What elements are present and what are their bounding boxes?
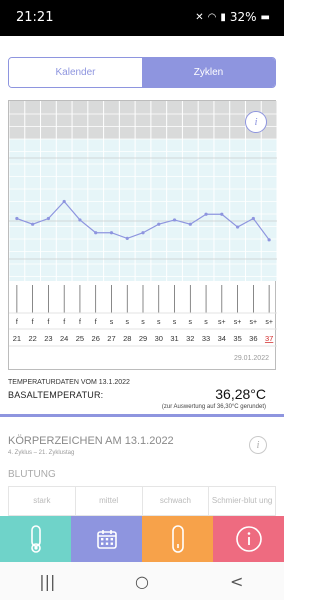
chart-day-label: 24 <box>60 334 68 343</box>
recents-button[interactable]: ||| <box>17 572 77 591</box>
nav-tab-test[interactable] <box>142 516 213 562</box>
bleeding-title: BLUTUNG <box>8 469 56 480</box>
chart-day-label: 25 <box>76 334 84 343</box>
calendar-icon <box>96 530 117 549</box>
bleeding-option-spotting[interactable]: Schmier-blut ung <box>209 487 275 515</box>
chart-day-label: 29 <box>139 334 147 343</box>
temperature-point <box>125 236 129 240</box>
chart-marker-label: f <box>16 319 18 326</box>
temperature-point <box>251 216 255 221</box>
nav-tab-thermometer[interactable] <box>0 516 71 562</box>
thermometer-icon <box>30 525 41 553</box>
chart-marker-label: s <box>141 319 145 326</box>
chart-marker-label: s <box>204 319 208 326</box>
temperature-point <box>188 222 192 226</box>
chart-date: 29.01.2022 <box>233 355 269 362</box>
chart-marker-label: s+ <box>265 319 273 326</box>
chart-day-label: 33 <box>202 334 210 343</box>
chart-marker-label: s <box>125 319 129 326</box>
back-button[interactable]: < <box>207 572 267 591</box>
basal-temperature-note: (zur Auswertung auf 36,30°C gerundet) <box>161 404 266 410</box>
system-navigation: ||| ○ < <box>0 562 284 600</box>
view-segmented-control: Kalender Zyklen <box>8 57 276 88</box>
nav-tab-info[interactable] <box>213 516 284 562</box>
chart-day-label: 26 <box>92 334 100 343</box>
cycle-chart-canvas: f 21 f 22 f 23 f 24 f 25 f 26 s 27 s 28 s 29 s 30 s 31 s 32 s 33 s… <box>9 101 277 347</box>
chart-marker-label: s+ <box>218 319 226 326</box>
chart-top-band <box>9 101 277 139</box>
chart-day-label: 35 <box>233 334 241 343</box>
body-signs-info-icon[interactable]: i <box>249 436 267 454</box>
chart-plot-band <box>9 139 277 281</box>
chart-day-label: 36 <box>249 334 257 343</box>
signal-icon: ▮ <box>220 11 226 23</box>
chart-day-label: 28 <box>123 334 131 343</box>
cycle-chart: f 21 f 22 f 23 f 24 f 25 f 26 s 27 s 28 s 29 s 30 s 31 s 32 s 33 s… <box>8 100 277 370</box>
chart-day-label: 21 <box>13 334 21 343</box>
temperature-point <box>46 216 51 221</box>
battery-percent: 32% <box>229 10 257 24</box>
temperature-point <box>204 212 208 216</box>
chart-marker-label: s <box>189 319 193 326</box>
temperature-point <box>172 218 177 222</box>
temperature-point <box>267 238 271 242</box>
chart-day-label: 23 <box>44 334 52 343</box>
temperature-point <box>141 231 145 235</box>
wifi-icon: ◠ <box>207 11 217 23</box>
chart-marker-label: f <box>79 319 81 326</box>
status-icons: ✕ ◠ ▮ 32% ▬ <box>195 10 270 24</box>
chart-day-label: 34 <box>218 334 226 343</box>
body-signs-subtitle: 4. Zyklus – 21. Zyklustag <box>8 450 75 456</box>
temperature-point <box>157 222 161 226</box>
temperature-point <box>220 212 224 216</box>
temperature-point <box>31 222 35 226</box>
chart-day-label: 31 <box>170 334 178 343</box>
bleeding-options: stark mittel schwach Schmier-blut ung <box>8 486 276 516</box>
bleeding-option-heavy[interactable]: stark <box>9 487 76 515</box>
bleeding-option-light[interactable]: schwach <box>143 487 210 515</box>
temperature-point <box>78 218 82 222</box>
battery-icon: ▬ <box>260 11 270 23</box>
basal-temperature-label: BASALTEMPERATUR: <box>8 390 104 400</box>
tab-cycles[interactable]: Zyklen <box>142 58 275 87</box>
chart-marker-label: f <box>32 319 34 326</box>
temperature-point <box>94 231 98 235</box>
chart-day-label: 32 <box>186 334 194 343</box>
section-divider <box>0 414 284 417</box>
basal-temperature-value: 36,28°C <box>215 386 266 402</box>
chart-marker-label: s+ <box>250 319 258 326</box>
mute-icon: ✕ <box>195 11 204 23</box>
temperature-point <box>62 199 66 204</box>
temperature-point <box>235 225 240 229</box>
chart-marker-label: s <box>110 319 114 326</box>
temperature-point <box>15 216 19 221</box>
test-strip-icon <box>171 525 184 553</box>
chart-day-label: 37 <box>265 334 273 343</box>
info-icon <box>235 526 262 552</box>
chart-day-label: 30 <box>155 334 163 343</box>
nav-tab-calendar[interactable] <box>71 516 142 562</box>
home-button[interactable]: ○ <box>112 572 172 591</box>
bleeding-option-medium[interactable]: mittel <box>76 487 143 515</box>
chart-day-label: 27 <box>107 334 115 343</box>
status-time: 21:21 <box>16 10 54 25</box>
chart-marker-label: f <box>95 319 97 326</box>
chart-info-icon[interactable]: i <box>245 111 267 133</box>
body-signs-title: KÖRPERZEICHEN AM 13.1.2022 <box>8 435 174 447</box>
temperature-point <box>109 231 114 235</box>
chart-day-label: 22 <box>28 334 36 343</box>
temperature-data-header: TEMPERATURDATEN VOM 13.1.2022 <box>8 379 130 386</box>
chart-marker-label: s <box>157 319 161 326</box>
chart-marker-label: f <box>47 319 49 326</box>
chart-marker-label: s+ <box>234 319 242 326</box>
chart-marker-label: s <box>173 319 177 326</box>
bottom-navigation <box>0 516 284 562</box>
tab-calendar[interactable]: Kalender <box>9 58 142 87</box>
chart-marker-label: f <box>63 319 65 326</box>
status-bar: 21:21 ✕ ◠ ▮ 32% ▬ <box>0 0 284 36</box>
